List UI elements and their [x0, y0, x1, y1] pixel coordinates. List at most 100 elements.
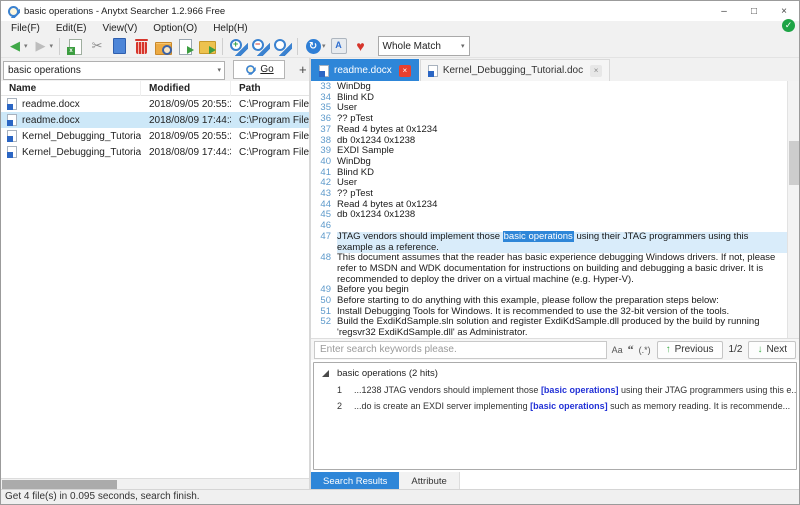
toolbar-separator [59, 38, 60, 55]
status-text: Get 4 file(s) in 0.095 seconds, search f… [5, 491, 200, 502]
line-text: Blind KD [337, 93, 787, 104]
result-match: [basic operations] [541, 385, 619, 395]
match-case-button[interactable]: Aa [612, 345, 623, 355]
result-group-header[interactable]: basic operations (2 hits) [314, 363, 796, 382]
document-vscrollbar[interactable] [787, 81, 799, 338]
title-bar: basic operations - Anytxt Searcher 1.2.9… [1, 1, 799, 21]
translate-icon[interactable] [329, 37, 349, 56]
add-tab-button[interactable]: + [299, 62, 307, 77]
minimize-button[interactable]: – [709, 1, 739, 21]
file-modified: 2018/08/09 17:44:30 [141, 147, 231, 158]
result-index: 1 [314, 382, 354, 398]
cut-icon[interactable] [87, 37, 107, 56]
file-path: C:\Program Files (x86)\ [231, 99, 309, 110]
line-text: db 0x1234 0x1238 [337, 210, 787, 221]
paste-icon[interactable] [109, 37, 129, 56]
file-list: Name Modified Path readme.docx 2018/09/05… [1, 81, 309, 476]
doc-line: 40WinDbg [311, 157, 787, 168]
go-label: Go [260, 64, 273, 75]
folder-go-icon[interactable] [197, 37, 217, 56]
tree-expander-icon[interactable] [322, 370, 329, 377]
file-name: readme.docx [22, 115, 80, 126]
file-name: Kernel_Debugging_Tutorial.... [22, 131, 141, 142]
file-row[interactable]: Kernel_Debugging_Tutorial....2018/08/09 … [1, 144, 309, 160]
menu-bar: File(F)Edit(E)View(V)Option(O)Help(H) [1, 21, 799, 35]
line-text: User [337, 103, 787, 114]
file-name: readme.docx [22, 99, 80, 110]
result-row[interactable]: 1...1238 JTAG vendors should implement t… [314, 382, 796, 398]
document-tab[interactable]: readme.docx× [311, 59, 419, 81]
file-row[interactable]: readme.docx2018/08/09 17:44:32C:\Program… [1, 112, 309, 128]
menu-item[interactable]: Edit(E) [48, 23, 95, 34]
file-path: C:\Program Files (x86)\ [231, 147, 309, 158]
previous-button[interactable]: Previous [657, 341, 723, 359]
maximize-button[interactable]: □ [739, 1, 769, 21]
tab-search-results[interactable]: Search Results [311, 472, 399, 490]
file-name: Kernel_Debugging_Tutorial.... [22, 147, 141, 158]
favorite-icon[interactable] [351, 37, 371, 56]
file-modified: 2018/09/05 20:55:28 [141, 99, 231, 110]
file-row[interactable]: readme.docx 2018/09/05 20:55:28C:\Program… [1, 96, 309, 112]
search-folder-icon[interactable] [153, 37, 173, 56]
vscrollbar-thumb[interactable] [789, 141, 799, 185]
zoom-icon[interactable] [272, 37, 292, 56]
match-mode-select[interactable]: Whole Match ▾ [378, 36, 470, 56]
chevron-down-icon[interactable]: ▾ [217, 66, 221, 74]
search-results-panel: basic operations (2 hits) 1...1238 JTAG … [313, 362, 797, 470]
find-input[interactable] [314, 341, 607, 359]
search-combobox[interactable]: ▾ [3, 60, 225, 79]
index-status-icon[interactable]: ✓ [782, 19, 795, 32]
zoom-out-icon[interactable] [250, 37, 270, 56]
doc-line: 52Build the ExdiKdSample.sln solution an… [311, 317, 787, 338]
line-text: WinDbg [337, 157, 787, 168]
delete-icon[interactable] [131, 37, 151, 56]
menu-item[interactable]: File(F) [3, 23, 48, 34]
file-modified: 2018/09/05 20:55:26 [141, 131, 231, 142]
doc-line: 39EXDI Sample [311, 146, 787, 157]
search-input[interactable] [3, 61, 225, 80]
line-number: 48 [311, 253, 337, 285]
refresh-icon[interactable] [303, 37, 323, 56]
tab-attribute[interactable]: Attribute [399, 472, 459, 490]
document-tab[interactable]: Kernel_Debugging_Tutorial.doc× [420, 59, 610, 81]
match-highlight: basic operations [503, 231, 574, 242]
match-counter: 1/2 [729, 344, 743, 355]
menu-item[interactable]: Help(H) [205, 23, 255, 34]
doc-go-icon[interactable] [175, 37, 195, 56]
app-window: basic operations - Anytxt Searcher 1.2.9… [0, 0, 800, 505]
file-row[interactable]: Kernel_Debugging_Tutorial....2018/09/05 … [1, 128, 309, 144]
tab-close-icon[interactable]: × [399, 65, 411, 77]
word-doc-icon [319, 65, 329, 77]
menu-item[interactable]: Option(O) [145, 23, 205, 34]
toolbar-separator [297, 38, 298, 55]
word-doc-icon [7, 98, 17, 110]
toolbar: ▾▾▾ Whole Match ▾ [1, 35, 799, 58]
line-text: db 0x1234 0x1238 [337, 136, 787, 147]
regex-button[interactable]: (.*) [639, 345, 651, 355]
tab-close-icon[interactable]: × [590, 65, 602, 77]
document-view: 33WinDbg34Blind KD35User36?? pTest37Read… [311, 81, 787, 338]
result-text: ...1238 JTAG vendors should implement th… [354, 382, 796, 398]
result-index: 2 [314, 398, 354, 414]
column-header-path[interactable]: Path [231, 81, 309, 96]
column-header-name[interactable]: Name [1, 81, 141, 96]
menu-item[interactable]: View(V) [94, 23, 145, 34]
go-button[interactable]: Go [233, 60, 285, 79]
close-button[interactable]: × [769, 1, 799, 21]
forward-icon[interactable] [31, 37, 51, 56]
next-button[interactable]: Next [748, 341, 796, 359]
line-number: 52 [311, 317, 337, 338]
whole-word-button[interactable]: “ [628, 342, 634, 357]
result-row[interactable]: 2...do is create an EXDI server implemen… [314, 398, 796, 414]
doc-line: 35User [311, 103, 787, 114]
next-label: Next [766, 344, 787, 355]
word-doc-icon [7, 114, 17, 126]
zoom-in-icon[interactable] [228, 37, 248, 56]
new-doc-icon[interactable] [65, 37, 85, 56]
line-text: JTAG vendors should implement those basi… [337, 232, 787, 253]
chevron-down-icon: ▾ [461, 42, 465, 50]
word-doc-icon [7, 130, 17, 142]
back-icon[interactable] [5, 37, 25, 56]
file-path: C:\Program Files (x86)\ [231, 131, 309, 142]
column-header-modified[interactable]: Modified [141, 81, 231, 96]
